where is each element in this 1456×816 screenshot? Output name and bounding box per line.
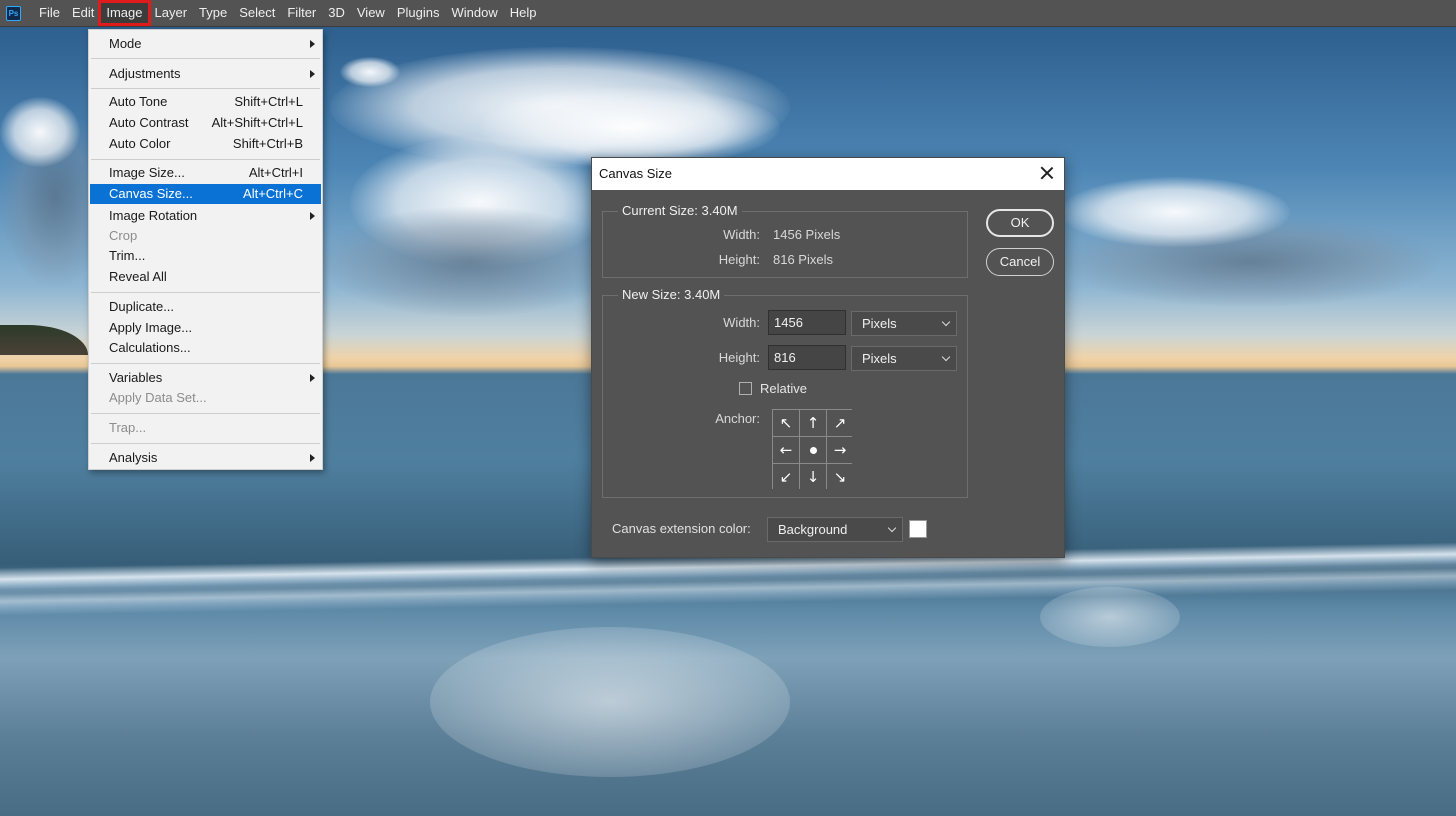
close-icon[interactable]	[1039, 165, 1055, 181]
menu-plugins[interactable]: Plugins	[391, 2, 446, 24]
menu-item-canvas-size[interactable]: Canvas Size... Alt+Ctrl+C	[90, 184, 321, 204]
cloud	[0, 97, 80, 167]
cloud	[1060, 177, 1290, 247]
menu-window[interactable]: Window	[445, 2, 503, 24]
menu-select[interactable]: Select	[233, 2, 281, 24]
submenu-arrow-icon	[310, 454, 315, 462]
menu-separator	[91, 292, 320, 293]
shortcut-text: Alt+Shift+Ctrl+L	[211, 115, 303, 130]
menu-item-adjustments[interactable]: Adjustments	[90, 64, 321, 84]
width-input[interactable]: 1456	[768, 310, 846, 335]
menu-item-apply-data-set: Apply Data Set...	[109, 390, 207, 405]
canvas-size-dialog: Canvas Size Current Size: 3.40M Width: 1…	[591, 157, 1065, 558]
cloud	[320, 207, 620, 317]
height-input[interactable]: 816	[768, 345, 846, 370]
menu-separator	[91, 413, 320, 414]
chevron-down-icon	[887, 523, 897, 533]
menu-file[interactable]: File	[33, 2, 66, 24]
chevron-down-icon	[941, 317, 951, 327]
menu-item-auto-contrast[interactable]: Auto Contrast Alt+Shift+Ctrl+L	[90, 113, 321, 133]
submenu-arrow-icon	[310, 40, 315, 48]
shortcut-text: Alt+Ctrl+C	[243, 186, 303, 201]
anchor-top-right-arrow-icon[interactable]: ↗	[827, 410, 853, 436]
current-height-value: 816 Pixels	[773, 252, 833, 267]
menu-item-variables[interactable]: Variables	[90, 368, 321, 388]
menu-item-duplicate[interactable]: Duplicate...	[90, 297, 321, 317]
menu-image[interactable]: Image	[98, 0, 151, 26]
island-silhouette	[0, 325, 88, 355]
menu-item-mode[interactable]: Mode	[90, 34, 321, 54]
menu-help[interactable]: Help	[504, 2, 543, 24]
menu-edit[interactable]: Edit	[66, 2, 100, 24]
current-size-group	[602, 211, 968, 278]
anchor-grid: ↖ ↑ ↗ ← → ↙ ↓ ↘	[772, 409, 853, 490]
menu-item-crop: Crop	[109, 228, 138, 243]
menu-item-trim[interactable]: Trim...	[90, 246, 321, 266]
anchor-right-arrow-icon[interactable]: →	[827, 437, 853, 463]
relative-label: Relative	[760, 381, 807, 396]
new-height-label: Height:	[718, 350, 760, 365]
menu-type[interactable]: Type	[193, 2, 233, 24]
extension-color-select[interactable]: Background	[767, 517, 903, 542]
menu-separator	[91, 363, 320, 364]
chevron-down-icon	[941, 352, 951, 362]
menu-filter[interactable]: Filter	[281, 2, 322, 24]
width-unit-value: Pixels	[862, 316, 897, 331]
ok-button[interactable]: OK	[986, 209, 1054, 237]
anchor-center-dot-icon[interactable]	[800, 437, 826, 463]
menu-item-trap: Trap...	[109, 420, 147, 435]
cloud-reflection	[430, 627, 790, 777]
width-unit-select[interactable]: Pixels	[851, 311, 957, 336]
anchor-top-left-arrow-icon[interactable]: ↖	[773, 410, 799, 436]
anchor-top-arrow-icon[interactable]: ↑	[800, 410, 826, 436]
menu-item-reveal-all[interactable]: Reveal All	[90, 267, 321, 287]
new-width-label: Width:	[723, 315, 760, 330]
cancel-button[interactable]: Cancel	[986, 248, 1054, 276]
relative-checkbox[interactable]	[739, 382, 752, 395]
menu-item-auto-tone[interactable]: Auto Tone Shift+Ctrl+L	[90, 92, 321, 112]
menu-item-image-size[interactable]: Image Size... Alt+Ctrl+I	[90, 163, 321, 183]
menu-separator	[91, 159, 320, 160]
menu-separator	[91, 88, 320, 89]
current-width-label: Width:	[723, 227, 760, 242]
menu-separator	[91, 58, 320, 59]
new-size-legend: New Size: 3.40M	[618, 287, 725, 302]
anchor-left-arrow-icon[interactable]: ←	[773, 437, 799, 463]
dialog-title-bar: Canvas Size	[592, 158, 1064, 190]
sun-reflection	[1040, 587, 1180, 647]
cloud	[340, 57, 400, 87]
shortcut-text: Alt+Ctrl+I	[248, 165, 303, 180]
menu-item-analysis[interactable]: Analysis	[90, 448, 321, 468]
extension-color-label: Canvas extension color:	[612, 521, 751, 536]
height-unit-select[interactable]: Pixels	[851, 346, 957, 371]
extension-color-value: Background	[778, 522, 848, 537]
image-menu-dropdown: Mode Adjustments Auto Tone Shift+Ctrl+L …	[88, 29, 323, 470]
current-height-label: Height:	[718, 252, 760, 267]
menu-item-auto-color[interactable]: Auto Color Shift+Ctrl+B	[90, 134, 321, 154]
anchor-label: Anchor:	[715, 411, 760, 426]
anchor-bottom-left-arrow-icon[interactable]: ↙	[773, 464, 799, 490]
menu-bar: Ps File Edit Image Layer Type Select Fil…	[0, 0, 1456, 27]
current-size-legend: Current Size: 3.40M	[618, 203, 742, 218]
dialog-title: Canvas Size	[599, 166, 672, 181]
shortcut-text: Shift+Ctrl+L	[234, 94, 303, 109]
current-width-value: 1456 Pixels	[773, 227, 841, 242]
shortcut-text: Shift+Ctrl+B	[232, 136, 303, 151]
menu-separator	[91, 443, 320, 444]
anchor-bottom-right-arrow-icon[interactable]: ↘	[827, 464, 853, 490]
submenu-arrow-icon	[310, 212, 315, 220]
submenu-arrow-icon	[310, 374, 315, 382]
height-unit-value: Pixels	[862, 351, 897, 366]
photoshop-logo-icon: Ps	[6, 5, 21, 21]
menu-item-image-rotation[interactable]: Image Rotation	[90, 206, 321, 226]
menu-view[interactable]: View	[351, 2, 391, 24]
menu-item-apply-image[interactable]: Apply Image...	[90, 318, 321, 338]
extension-color-swatch[interactable]	[909, 520, 927, 538]
submenu-arrow-icon	[310, 70, 315, 78]
anchor-bottom-arrow-icon[interactable]: ↓	[800, 464, 826, 490]
menu-3d[interactable]: 3D	[322, 2, 351, 24]
menu-layer[interactable]: Layer	[149, 2, 194, 24]
menu-item-calculations[interactable]: Calculations...	[90, 338, 321, 358]
